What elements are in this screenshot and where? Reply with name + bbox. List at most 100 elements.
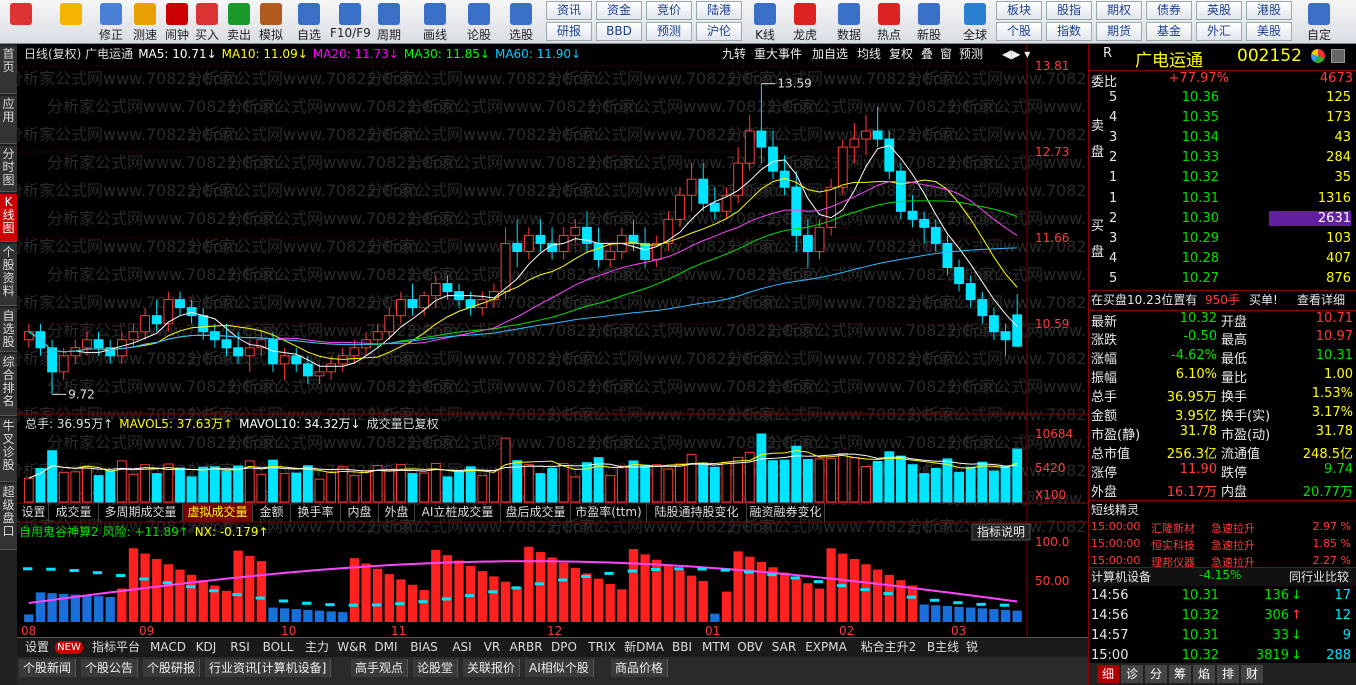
toolbar-grid-button[interactable] [4, 1, 38, 43]
quick-link-row2-5[interactable]: 指数 [1046, 22, 1092, 41]
info-tab-2[interactable]: 个股研报 [143, 659, 201, 677]
toolbar-sell-button[interactable]: 卖出 [222, 1, 256, 43]
quick-link-row2-9[interactable]: 美股 [1246, 22, 1292, 41]
left-tab-4[interactable]: 个股资料 [0, 244, 17, 306]
indicator-tab-20[interactable]: EXPMA [801, 638, 851, 657]
info-tab-6[interactable]: 关联报价 [463, 659, 521, 677]
info-tab-3[interactable]: 行业资讯[计算机设备] [205, 659, 332, 677]
subtab-0[interactable]: 设置 [19, 503, 49, 522]
info-tab-8[interactable]: 商品价格 [611, 659, 669, 677]
kline-tool-7[interactable]: 预测 [959, 47, 983, 61]
kline-tool-5[interactable]: 叠 [921, 47, 933, 61]
quick-link-row2-3[interactable]: 沪伦 [696, 22, 742, 41]
indicator-tab-10[interactable]: ASI [445, 638, 479, 657]
subtab-9[interactable]: 盘后成交量 [501, 503, 571, 522]
indicator-tab-15[interactable]: 新DMA [623, 638, 665, 657]
menu-icon[interactable] [1331, 49, 1345, 63]
indicator-tab-21[interactable]: 粘合主升2 [851, 638, 926, 657]
industry-compare-link[interactable]: 同行业比较 [1289, 568, 1355, 585]
toolbar-select-button[interactable]: 选股 [504, 1, 538, 43]
indicator-tab-3[interactable]: KDJ [189, 638, 223, 657]
quick-link-row2-2[interactable]: 预测 [646, 22, 692, 41]
indicator-tab-4[interactable]: RSI [223, 638, 257, 657]
left-tab-0[interactable]: 首页 [0, 46, 17, 94]
indicator-tab-13[interactable]: DPO [547, 638, 581, 657]
subtab-3[interactable]: 虚拟成交量 [183, 503, 253, 522]
left-tab-3[interactable]: K线图 [0, 194, 17, 242]
quick-link-row2-1[interactable]: BBD [596, 22, 642, 41]
subtab-7[interactable]: 外盘 [379, 503, 415, 522]
quote-tab-2[interactable]: 分 [1145, 665, 1167, 683]
indicator-explain-button[interactable]: 指标说明 [971, 523, 1031, 541]
toolbar-newstock-button[interactable]: 新股 [912, 1, 946, 43]
indicator-tab-1[interactable]: 指标平台 [85, 638, 147, 657]
toolbar-custom-button[interactable]: 自定 [1302, 1, 1336, 43]
indicator-tab-16[interactable]: BBI [665, 638, 699, 657]
quick-link-3[interactable]: 陆港 [696, 1, 742, 20]
tool-arrows-icon[interactable]: ◀▶ ▾ [1002, 47, 1030, 61]
kline-tool-4[interactable]: 复权 [889, 47, 913, 61]
indicator-tab-2[interactable]: MACD [147, 638, 189, 657]
kline-tool-0[interactable]: 九转 [722, 46, 746, 61]
subtab-5[interactable]: 换手率 [291, 503, 341, 522]
quick-link-6[interactable]: 期权 [1096, 1, 1142, 20]
quick-link-row2-8[interactable]: 外汇 [1196, 22, 1242, 41]
quick-link-row2-4[interactable]: 个股 [996, 22, 1042, 41]
toolbar-updown-button[interactable]: 修正 [94, 1, 128, 43]
toolbar-dragon-button[interactable]: 龙虎 [788, 1, 822, 43]
quick-link-row2-0[interactable]: 研报 [546, 22, 592, 41]
kline-chart-area[interactable]: 分析家公式网www.70822.Com 分析家公式网www.70822.Com 分析… [7, 44, 1178, 638]
left-tab-6[interactable]: 综合排名 [0, 354, 17, 416]
subtab-6[interactable]: 内盘 [341, 503, 379, 522]
subtab-4[interactable]: 金额 [253, 503, 291, 522]
chart-pie-icon[interactable] [1311, 49, 1325, 63]
kline-tool-6[interactable]: 窗 [940, 47, 952, 61]
left-tab-1[interactable]: 应用 [0, 96, 17, 144]
indicator-tab-0[interactable]: 设置 [19, 638, 55, 657]
indicator-tab-5[interactable]: BOLL [257, 638, 299, 657]
kline-tool-1[interactable]: 重大事件 [754, 47, 802, 61]
toolbar-watchlist-button[interactable]: 自选 [292, 1, 326, 43]
kline-tool-3[interactable]: 均线 [857, 47, 881, 61]
info-tab-5[interactable]: 论股堂 [413, 659, 459, 677]
toolbar-kline-button[interactable]: K线 [748, 1, 782, 43]
quick-link-row2-6[interactable]: 期货 [1096, 22, 1142, 41]
toolbar-discuss-button[interactable]: 论股 [462, 1, 496, 43]
quick-link-row2-7[interactable]: 基金 [1146, 22, 1192, 41]
quote-tab-1[interactable]: 诊 [1121, 665, 1143, 683]
toolbar-f10-button[interactable]: F10/F9 [330, 1, 371, 43]
info-tab-4[interactable]: 高手观点 [351, 659, 409, 677]
indicator-tab-17[interactable]: MTM [699, 638, 733, 657]
indicator-tab-8[interactable]: DMI [369, 638, 403, 657]
indicator-tab-23[interactable]: 锐 [960, 638, 984, 657]
indicator-tab-7[interactable]: W&R [335, 638, 369, 657]
indicator-tab-11[interactable]: VR [479, 638, 505, 657]
quick-link-8[interactable]: 英股 [1196, 1, 1242, 20]
toolbar-pencil-button[interactable]: 画线 [418, 1, 452, 43]
toolbar-hot-button[interactable]: 热点 [872, 1, 906, 43]
indicator-tab-6[interactable]: 主力 [299, 638, 335, 657]
toolbar-period-button[interactable]: 周期 [372, 1, 406, 43]
indicator-tab-12[interactable]: ARBR [505, 638, 547, 657]
left-tab-7[interactable]: 牛叉诊股 [0, 418, 17, 482]
toolbar-clock-button[interactable]: 闹钟 [160, 1, 194, 43]
notice-detail-link[interactable]: 查看详细 [1297, 291, 1356, 308]
indicator-tab-19[interactable]: SAR [767, 638, 801, 657]
toolbar-buy-button[interactable]: 买入 [190, 1, 224, 43]
subtab-8[interactable]: AI立桩成交量 [415, 503, 501, 522]
quick-link-0[interactable]: 资讯 [546, 1, 592, 20]
left-tab-5[interactable]: 自选股 [0, 308, 17, 352]
quote-tab-0[interactable]: 细 [1097, 665, 1119, 683]
subtab-1[interactable]: 成交量 [49, 503, 99, 522]
toolbar-speed-button[interactable]: 测速 [128, 1, 162, 43]
subtab-2[interactable]: 多周期成交量 [99, 503, 183, 522]
indicator-tab-22[interactable]: B主线 [926, 638, 960, 657]
toolbar-hammer-button[interactable]: 模拟 [254, 1, 288, 43]
quick-link-9[interactable]: 港股 [1246, 1, 1292, 20]
kline-tool-2[interactable]: 加自选 [812, 47, 848, 61]
info-tab-1[interactable]: 个股公告 [81, 659, 139, 677]
quick-link-4[interactable]: 板块 [996, 1, 1042, 20]
info-tab-7[interactable]: AI相似个股 [525, 659, 594, 677]
left-tab-8[interactable]: 超级盘口 [0, 484, 17, 550]
quick-link-1[interactable]: 资金 [596, 1, 642, 20]
